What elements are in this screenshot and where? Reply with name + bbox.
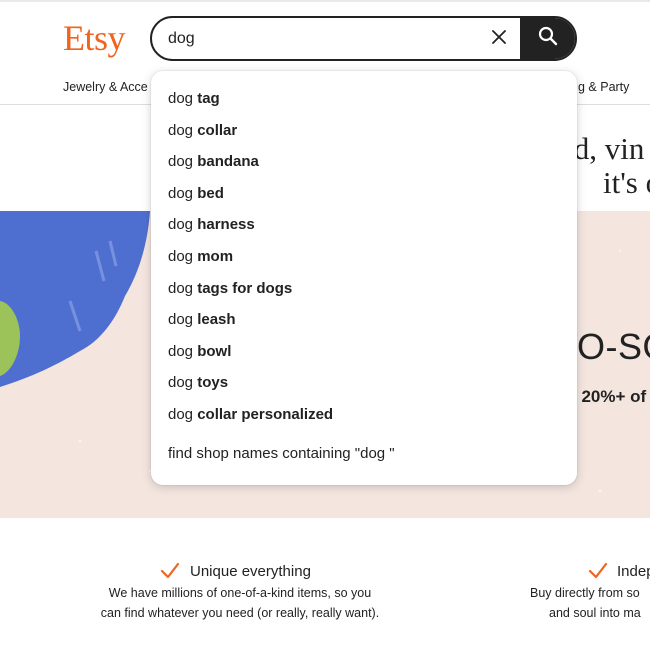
suggestion-query: dog <box>168 374 194 392</box>
suggestion-item[interactable]: dog harness <box>151 209 577 241</box>
suggestion-query: dog <box>168 405 194 423</box>
suggestion-completion: leash <box>197 311 236 329</box>
search-icon <box>538 26 558 51</box>
shop-name-search-link[interactable]: find shop names containing "dog " <box>168 445 395 462</box>
banner-subtext-bold: 20%+ of <box>581 387 647 406</box>
category-link-jewelry[interactable]: Jewelry & Acce <box>63 80 148 94</box>
suggestion-item[interactable]: dog bandana <box>151 146 577 178</box>
suggestion-item[interactable]: dog mom <box>151 241 577 273</box>
suggestion-completion: collar <box>197 121 238 139</box>
banner-headline: O-SO <box>577 326 650 367</box>
search-bar[interactable] <box>150 16 577 61</box>
suggestion-query: dog <box>168 216 194 234</box>
search-suggestions-dropdown: dog tag dog collar dog bandana dog bed d… <box>151 71 577 485</box>
suggestion-query: dog <box>168 279 194 297</box>
suggestion-completion: bowl <box>197 342 232 360</box>
suggestion-item[interactable]: dog tags for dogs <box>151 273 577 305</box>
clear-search-button[interactable] <box>485 25 513 53</box>
suggestion-completion: toys <box>197 374 229 392</box>
check-icon <box>588 562 608 585</box>
banner-subtext: t 20%+ of <box>572 387 646 407</box>
value-prop-desc-line: and soul into ma <box>549 606 641 620</box>
value-prop-desc-line: can find whatever you need (or really, r… <box>100 606 380 620</box>
suggestion-item[interactable]: dog toys <box>151 367 577 399</box>
suggestion-completion: tags for dogs <box>197 279 293 297</box>
search-button[interactable] <box>520 18 575 59</box>
suggestion-completion: bandana <box>197 153 259 171</box>
suggestion-item[interactable]: dog collar personalized <box>151 399 577 431</box>
suggestion-query: dog <box>168 90 194 107</box>
suggestion-query: dog <box>168 153 194 171</box>
suggestion-completion: mom <box>197 247 234 265</box>
close-icon <box>492 29 506 49</box>
hero-heading-line-2: it's o <box>603 165 650 200</box>
suggestion-completion: harness <box>197 216 255 234</box>
suggestion-completion: bed <box>197 184 224 202</box>
value-prop-description: We have millions of one-of-a-kind items,… <box>60 583 420 623</box>
suggestion-item[interactable]: dog leash <box>151 304 577 336</box>
search-input[interactable] <box>168 18 478 59</box>
suggestion-query: dog <box>168 121 194 139</box>
value-prop-title: Unique everything <box>190 563 311 580</box>
suggestion-query: dog <box>168 342 194 360</box>
suggestion-item[interactable]: dog bowl <box>151 336 577 368</box>
value-prop-desc-line: Buy directly from so <box>530 586 640 600</box>
suggestion-item[interactable]: dog tag <box>151 83 577 115</box>
value-prop-title: Indep <box>617 563 650 580</box>
category-link-party[interactable]: g & Party <box>578 80 629 94</box>
value-prop-desc-line: We have millions of one-of-a-kind items,… <box>108 586 372 600</box>
suggestion-query: dog <box>168 247 194 265</box>
check-icon <box>160 562 180 585</box>
top-border <box>0 0 650 2</box>
suggestion-item[interactable]: dog collar <box>151 115 577 147</box>
suggestion-completion: tag <box>197 90 220 107</box>
suggestion-completion: collar personalized <box>197 405 334 423</box>
suggestion-query: dog <box>168 184 194 202</box>
etsy-logo[interactable]: Etsy <box>63 16 126 60</box>
suggestion-query: dog <box>168 311 194 329</box>
suggestion-item[interactable]: dog bed <box>151 178 577 210</box>
suggestion-list: dog tag dog collar dog bandana dog bed d… <box>151 83 577 431</box>
etsy-homepage: Etsy Jewelry & Acce g & Party ed, vin it… <box>0 0 650 650</box>
